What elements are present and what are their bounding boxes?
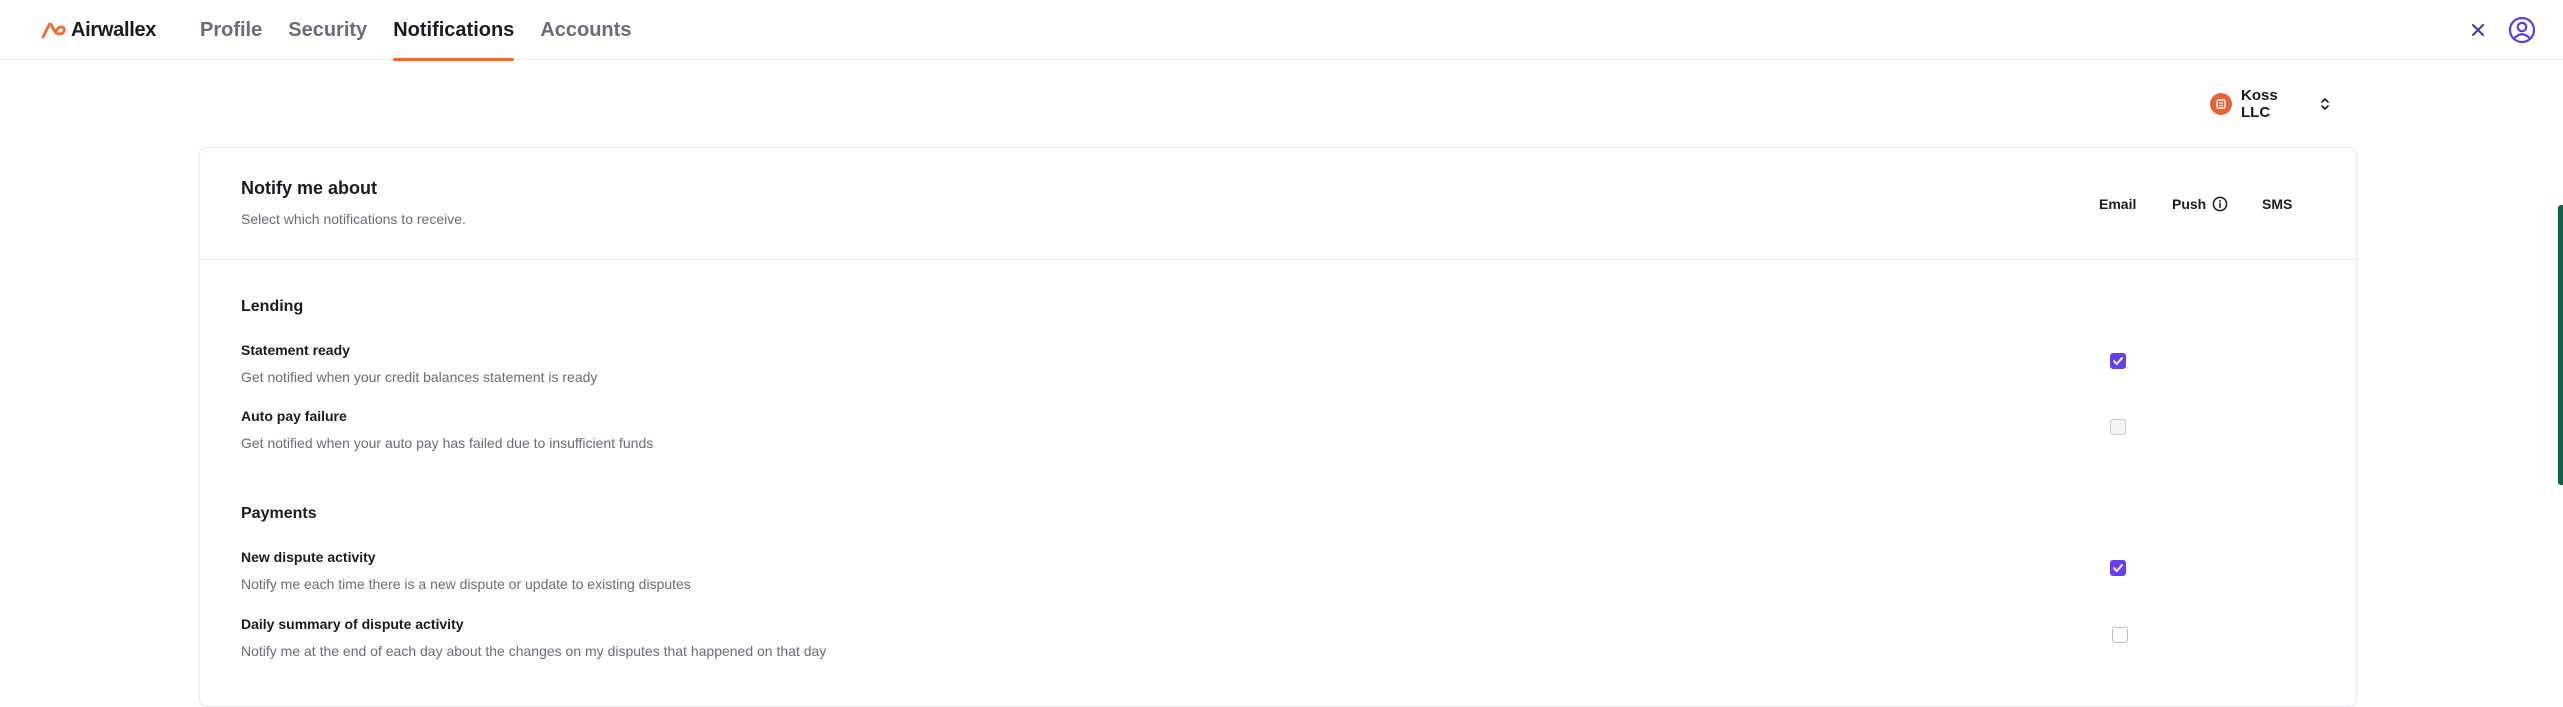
- email-checkbox-auto-pay-failure[interactable]: [2110, 419, 2126, 435]
- building-icon: [2210, 93, 2232, 115]
- close-button[interactable]: [2468, 20, 2488, 40]
- account-name: Koss LLC: [2241, 87, 2278, 121]
- tab-bar: Profile Security Notifications Accounts: [200, 0, 657, 61]
- column-header-email: Email: [2099, 196, 2136, 212]
- email-checkbox-new-dispute-activity[interactable]: [2110, 560, 2126, 576]
- column-header-push: Push: [2172, 196, 2228, 212]
- account-switcher[interactable]: Koss LLC: [2210, 87, 2332, 121]
- notification-settings-card: Notify me about Select which notificatio…: [199, 147, 2357, 707]
- row-title-new-dispute-activity: New dispute activity: [241, 549, 376, 565]
- close-icon: [2472, 24, 2484, 36]
- card-header: Notify me about Select which notificatio…: [200, 148, 2356, 260]
- section-title-lending: Lending: [241, 298, 304, 315]
- brand-name: Airwallex: [71, 19, 157, 41]
- user-circle-icon[interactable]: [2508, 16, 2536, 44]
- email-checkbox-daily-summary[interactable]: [2112, 627, 2128, 643]
- chevron-up-down-icon: [2321, 98, 2329, 110]
- tab-profile[interactable]: Profile: [200, 0, 262, 60]
- row-desc-statement-ready: Get notified when your credit balances s…: [241, 369, 598, 385]
- airwallex-logo-icon: [41, 22, 66, 38]
- tab-notifications[interactable]: Notifications: [393, 0, 515, 61]
- row-desc-auto-pay-failure: Get notified when your auto pay has fail…: [241, 435, 654, 451]
- card-subtitle: Select which notifications to receive.: [241, 211, 466, 227]
- email-checkbox-statement-ready[interactable]: [2110, 353, 2126, 369]
- push-label: Push: [2172, 196, 2207, 212]
- tab-accounts[interactable]: Accounts: [540, 0, 631, 60]
- column-header-sms: SMS: [2262, 196, 2292, 212]
- top-nav: Airwallex Profile Security Notifications…: [0, 0, 2563, 61]
- tab-security[interactable]: Security: [288, 0, 367, 60]
- row-desc-daily-summary: Notify me at the end of each day about t…: [241, 643, 827, 659]
- airwallex-logo[interactable]: Airwallex: [41, 19, 156, 42]
- row-desc-new-dispute-activity: Notify me each time there is a new dispu…: [241, 576, 691, 592]
- card-title: Notify me about: [241, 178, 378, 198]
- info-icon[interactable]: [2212, 196, 2228, 212]
- row-title-auto-pay-failure: Auto pay failure: [241, 408, 347, 424]
- email-label: Email: [2099, 196, 2137, 212]
- sms-label: SMS: [2262, 196, 2293, 212]
- section-title-payments: Payments: [241, 505, 317, 522]
- row-title-statement-ready: Statement ready: [241, 342, 350, 358]
- row-title-daily-summary: Daily summary of dispute activity: [241, 616, 464, 632]
- scrollbar-thumb[interactable]: [2558, 205, 2563, 485]
